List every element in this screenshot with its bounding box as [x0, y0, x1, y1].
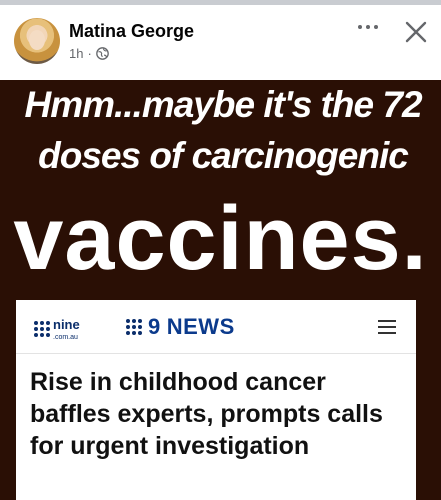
- article-headline: Rise in childhood cancer baffles experts…: [30, 368, 383, 460]
- 9news-logo-prefix: 9: [148, 314, 161, 339]
- hamburger-menu-icon: [378, 320, 396, 334]
- 9news-logo-text: NEWS: [166, 314, 235, 339]
- news-screenshot-card: nine .com.au 9 NEWS Rise in childhood ca…: [16, 300, 416, 500]
- post-header: Matina George 1h ·: [0, 5, 441, 80]
- 9news-logo: 9 NEWS: [126, 314, 235, 340]
- close-icon[interactable]: [403, 19, 429, 45]
- author-name[interactable]: Matina George: [69, 21, 194, 42]
- meme-line-2: doses of carcinogenic: [38, 135, 409, 176]
- avatar[interactable]: [14, 18, 60, 64]
- post-image[interactable]: Hmm...maybe it's the 72 doses of carcino…: [0, 80, 441, 500]
- nine-logo-sub: .com.au: [53, 334, 78, 341]
- more-horizontal-icon[interactable]: [353, 15, 383, 39]
- 9news-dots-icon: [126, 319, 142, 335]
- globe-icon: [95, 46, 109, 60]
- post-meta: 1h ·: [69, 45, 109, 61]
- nine-logo: nine .com.au: [34, 316, 80, 342]
- news-card-header: nine .com.au 9 NEWS: [16, 300, 416, 354]
- meme-big-word: vaccines.: [13, 189, 428, 289]
- nine-logo-text: nine: [53, 317, 80, 332]
- nine-dots-icon: [34, 321, 50, 337]
- post-time[interactable]: 1h: [69, 46, 83, 61]
- meta-separator: ·: [87, 45, 92, 61]
- meme-line-1: Hmm...maybe it's the 72: [24, 84, 422, 125]
